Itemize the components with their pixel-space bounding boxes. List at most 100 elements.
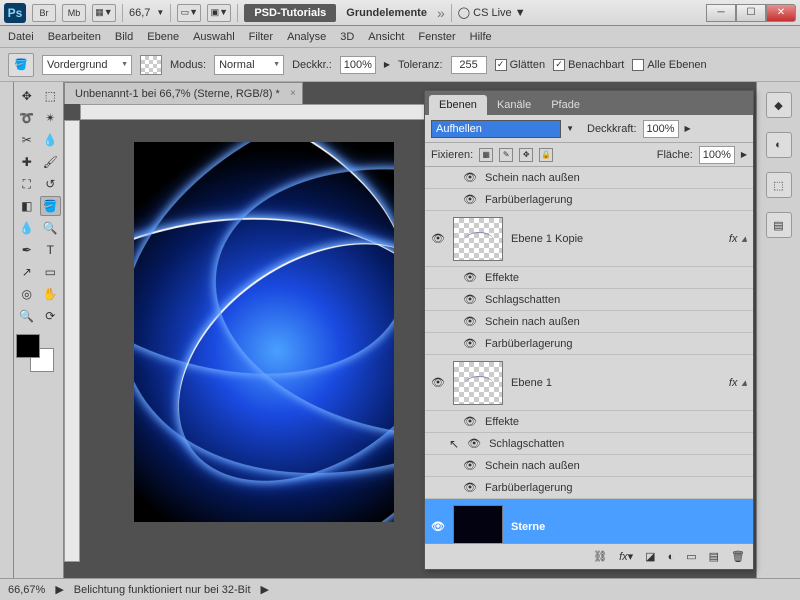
lock-move-icon[interactable]: ✥ bbox=[519, 148, 533, 162]
all-layers-checkbox[interactable]: Alle Ebenen bbox=[632, 59, 706, 71]
effect-row[interactable]: 👁Farbüberlagerung bbox=[425, 333, 753, 355]
visibility-icon[interactable]: 👁 bbox=[463, 459, 477, 473]
lock-all-icon[interactable]: 🔒 bbox=[539, 148, 553, 162]
visibility-icon[interactable]: 👁 bbox=[431, 520, 445, 534]
visibility-icon[interactable]: 👁 bbox=[463, 481, 477, 495]
group-button[interactable]: ▭ bbox=[686, 550, 696, 563]
visibility-icon[interactable]: 👁 bbox=[463, 293, 477, 307]
opacity-field[interactable]: 100% bbox=[340, 56, 376, 74]
history-dock-icon[interactable]: ▤ bbox=[766, 212, 792, 238]
eyedropper-tool[interactable]: 💧 bbox=[40, 130, 62, 150]
effect-row[interactable]: 👁Farbüberlagerung bbox=[425, 189, 753, 211]
contiguous-checkbox[interactable]: ✓Benachbart bbox=[553, 59, 624, 71]
pattern-swatch[interactable] bbox=[140, 55, 162, 75]
color-swatches[interactable] bbox=[16, 334, 54, 372]
visibility-icon[interactable]: 👁 bbox=[467, 437, 481, 451]
zoom-level[interactable]: 66,7 bbox=[129, 7, 150, 19]
menu-3d[interactable]: 3D bbox=[340, 31, 354, 43]
rotate-tool[interactable]: ⟳ bbox=[40, 306, 62, 326]
new-layer-button[interactable]: ▤ bbox=[709, 550, 719, 563]
tab-ebenen[interactable]: Ebenen bbox=[429, 95, 487, 115]
shape-tool[interactable]: ▭ bbox=[40, 262, 62, 282]
history-brush-tool[interactable]: ↺ bbox=[40, 174, 62, 194]
menu-bearbeiten[interactable]: Bearbeiten bbox=[48, 31, 101, 43]
layer-thumbnail[interactable] bbox=[453, 217, 503, 261]
wand-tool[interactable]: ✴ bbox=[40, 108, 62, 128]
visibility-icon[interactable]: 👁 bbox=[463, 315, 477, 329]
bucket-tool[interactable]: 🪣 bbox=[40, 196, 62, 216]
workspace-plain[interactable]: Grundelemente bbox=[342, 7, 431, 19]
foreground-color[interactable] bbox=[16, 334, 40, 358]
tab-kanaele[interactable]: Kanäle bbox=[487, 95, 541, 115]
fx-button[interactable]: fx▾ bbox=[619, 550, 633, 563]
brush-tool[interactable]: 🖌 bbox=[40, 152, 62, 172]
fill-source-dropdown[interactable]: Vordergrund bbox=[42, 55, 132, 75]
3d-tool[interactable]: ◎ bbox=[16, 284, 38, 304]
tab-pfade[interactable]: Pfade bbox=[541, 95, 590, 115]
mask-button[interactable]: ◪ bbox=[645, 550, 655, 563]
document-tab[interactable]: Unbenannt-1 bei 66,7% (Sterne, RGB/8) *× bbox=[64, 82, 303, 104]
hand-tool[interactable]: ✋ bbox=[40, 284, 62, 304]
path-tool[interactable]: ↗ bbox=[16, 262, 38, 282]
tolerance-field[interactable]: 255 bbox=[451, 56, 487, 74]
layer-row-selected[interactable]: 👁Sterne bbox=[425, 499, 753, 543]
zoom-tool[interactable]: 🔍 bbox=[16, 306, 38, 326]
bucket-tool-icon[interactable]: 🪣 bbox=[8, 53, 34, 77]
lock-brush-icon[interactable]: ✎ bbox=[499, 148, 513, 162]
antialias-checkbox[interactable]: ✓Glätten bbox=[495, 59, 545, 71]
visibility-icon[interactable]: 👁 bbox=[463, 193, 477, 207]
effects-row[interactable]: 👁Effekte bbox=[425, 267, 753, 289]
visibility-icon[interactable]: 👁 bbox=[431, 232, 445, 246]
effect-row[interactable]: 👁Farbüberlagerung bbox=[425, 477, 753, 499]
menu-hilfe[interactable]: Hilfe bbox=[470, 31, 492, 43]
effect-row[interactable]: 👁Schlagschatten bbox=[425, 289, 753, 311]
effects-row[interactable]: 👁Effekte bbox=[425, 411, 753, 433]
minibridge-button[interactable]: Mb bbox=[62, 4, 86, 22]
effect-row[interactable]: ↖👁Schlagschatten bbox=[425, 433, 753, 455]
visibility-icon[interactable]: 👁 bbox=[463, 337, 477, 351]
dodge-tool[interactable]: 🔍 bbox=[40, 218, 62, 238]
blend-mode-dropdown[interactable]: Aufhellen bbox=[431, 120, 561, 138]
window-minimize[interactable]: ─ bbox=[706, 4, 736, 22]
layer-row[interactable]: 👁Ebene 1fx ▴ bbox=[425, 355, 753, 411]
menu-ansicht[interactable]: Ansicht bbox=[368, 31, 404, 43]
marquee-tool[interactable]: ⬚ bbox=[40, 86, 62, 106]
view-button[interactable]: ▭▼ bbox=[177, 4, 201, 22]
effect-row[interactable]: 👁Schein nach außen bbox=[425, 167, 753, 189]
move-tool[interactable]: ✥ bbox=[16, 86, 38, 106]
heal-tool[interactable]: ✚ bbox=[16, 152, 38, 172]
lock-pixels-icon[interactable]: ▦ bbox=[479, 148, 493, 162]
screen-mode-button[interactable]: ▣▼ bbox=[207, 4, 231, 22]
menu-datei[interactable]: Datei bbox=[8, 31, 34, 43]
fx-badge[interactable]: fx ▴ bbox=[729, 232, 747, 245]
type-tool[interactable]: T bbox=[40, 240, 62, 260]
visibility-icon[interactable]: 👁 bbox=[463, 415, 477, 429]
visibility-icon[interactable]: 👁 bbox=[431, 376, 445, 390]
lasso-tool[interactable]: ➰ bbox=[16, 108, 38, 128]
eraser-tool[interactable]: ◧ bbox=[16, 196, 38, 216]
more-workspaces-icon[interactable]: » bbox=[437, 5, 445, 21]
stamp-tool[interactable]: ⛶ bbox=[16, 174, 38, 194]
layer-thumbnail[interactable] bbox=[453, 505, 503, 544]
visibility-icon[interactable]: 👁 bbox=[463, 271, 477, 285]
workspace-tag[interactable]: PSD-Tutorials bbox=[244, 4, 336, 22]
menu-analyse[interactable]: Analyse bbox=[287, 31, 326, 43]
fill-field[interactable]: 100% bbox=[699, 146, 735, 164]
crop-tool[interactable]: ✂ bbox=[16, 130, 38, 150]
status-zoom[interactable]: 66,67% bbox=[8, 584, 45, 596]
window-close[interactable]: ✕ bbox=[766, 4, 796, 22]
cs-live[interactable]: ◯ CS Live ▼ bbox=[458, 6, 526, 19]
link-layers-icon[interactable]: ⛓ bbox=[593, 550, 607, 563]
window-maximize[interactable]: ☐ bbox=[736, 4, 766, 22]
close-tab-icon[interactable]: × bbox=[290, 88, 296, 99]
layer-row[interactable]: 👁Ebene 1 Kopiefx ▴ bbox=[425, 211, 753, 267]
layers-dock-icon[interactable]: ◆ bbox=[766, 92, 792, 118]
menu-auswahl[interactable]: Auswahl bbox=[193, 31, 235, 43]
adjust-dock-icon[interactable]: ⬚ bbox=[766, 172, 792, 198]
menu-filter[interactable]: Filter bbox=[249, 31, 273, 43]
pen-tool[interactable]: ✒ bbox=[16, 240, 38, 260]
adjustment-button[interactable]: ◐ bbox=[668, 551, 675, 563]
view-extras-button[interactable]: ▦▼ bbox=[92, 4, 116, 22]
delete-layer-button[interactable]: 🗑 bbox=[731, 550, 745, 563]
bridge-button[interactable]: Br bbox=[32, 4, 56, 22]
